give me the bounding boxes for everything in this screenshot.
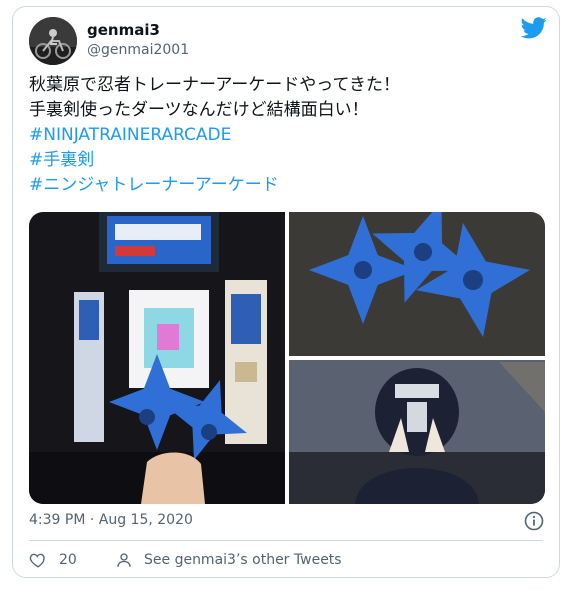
arcade-photo[interactable] bbox=[29, 212, 285, 504]
hashtag-link[interactable]: #手裏剣 bbox=[29, 148, 539, 173]
like-count: 20 bbox=[59, 552, 77, 568]
twitter-bird-icon[interactable] bbox=[521, 17, 547, 39]
ninja-photo[interactable] bbox=[289, 360, 545, 504]
tweet-text: 秋葉原で忍者トレーナーアーケードやってきた！ 手裏剣使ったダーツなんだけど結構面… bbox=[29, 73, 539, 198]
user-handle[interactable]: @genmai2001 bbox=[87, 42, 189, 58]
info-icon[interactable] bbox=[524, 511, 544, 531]
avatar[interactable] bbox=[29, 17, 77, 65]
tweet-line: 手裏剣使ったダーツなんだけど結構面白い！ bbox=[29, 100, 369, 120]
tweet-line: 秋葉原で忍者トレーナーアーケードやってきた！ bbox=[29, 75, 400, 95]
person-icon bbox=[117, 553, 131, 567]
divider bbox=[29, 540, 543, 541]
display-name[interactable]: genmai3 bbox=[87, 21, 160, 39]
shuriken-photo[interactable] bbox=[289, 212, 545, 356]
tweet-timestamp[interactable]: 4:39 PM · Aug 15, 2020 bbox=[29, 512, 193, 528]
media-grid[interactable] bbox=[29, 212, 545, 504]
heart-icon[interactable] bbox=[29, 551, 47, 569]
hashtag-link[interactable]: #ニンジャトレーナーアーケード bbox=[29, 173, 539, 198]
hashtag-link[interactable]: #NINJATRAINERARCADE bbox=[29, 123, 539, 148]
tweet-card[interactable]: genmai3 @genmai2001 秋葉原で忍者トレーナーアーケードやってき… bbox=[12, 6, 560, 578]
see-other-tweets-link[interactable]: See genmai3’s other Tweets bbox=[144, 552, 342, 568]
